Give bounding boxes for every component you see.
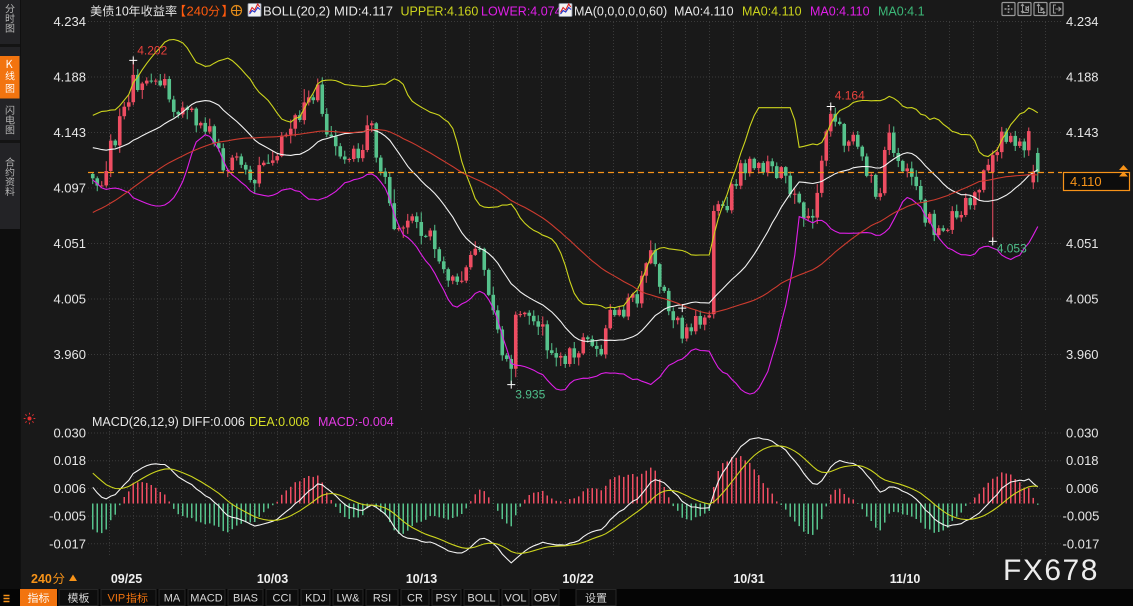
- svg-text:LOWER:4.074: LOWER:4.074: [481, 5, 562, 19]
- svg-text:0.006: 0.006: [53, 481, 86, 496]
- svg-text:3.960: 3.960: [53, 347, 86, 362]
- svg-text:4.188: 4.188: [1066, 70, 1099, 85]
- svg-text:CR: CR: [407, 593, 423, 605]
- svg-text:4.110: 4.110: [1070, 174, 1102, 189]
- svg-text:BOLL: BOLL: [467, 593, 495, 605]
- svg-text:4.051: 4.051: [53, 236, 86, 251]
- svg-text:3.935: 3.935: [515, 388, 545, 402]
- svg-text:4.005: 4.005: [53, 292, 86, 307]
- svg-text:10/22: 10/22: [562, 572, 593, 586]
- svg-text:MA(0,0,0,0,0,60): MA(0,0,0,0,0,60): [574, 5, 667, 19]
- svg-text:4.143: 4.143: [1066, 125, 1099, 140]
- svg-text:MACD:-0.004: MACD:-0.004: [318, 415, 394, 429]
- svg-text:0.018: 0.018: [1066, 453, 1099, 468]
- svg-text:4.143: 4.143: [53, 125, 86, 140]
- svg-text:10/31: 10/31: [733, 572, 764, 586]
- svg-text:BOLL(20,2): BOLL(20,2): [263, 4, 330, 19]
- svg-text:FX678: FX678: [1003, 554, 1099, 587]
- svg-text:0.018: 0.018: [53, 453, 86, 468]
- svg-text:4.097: 4.097: [53, 181, 86, 196]
- svg-text:CCI: CCI: [273, 593, 292, 605]
- svg-text:MACD: MACD: [190, 593, 222, 605]
- svg-text:0.006: 0.006: [1066, 481, 1099, 496]
- svg-text:MID:4.117: MID:4.117: [334, 4, 393, 19]
- svg-text:UPPER:4.160: UPPER:4.160: [401, 5, 479, 19]
- svg-text:240: 240: [187, 4, 209, 19]
- svg-text:4.188: 4.188: [53, 70, 86, 85]
- svg-text:LW&: LW&: [336, 593, 360, 605]
- svg-text:4.202: 4.202: [137, 43, 167, 57]
- svg-text:VIP: VIP: [108, 593, 126, 605]
- svg-text:4.005: 4.005: [1066, 292, 1099, 307]
- svg-text:10/13: 10/13: [406, 572, 437, 586]
- svg-text:RSI: RSI: [373, 593, 391, 605]
- svg-text:10: 10: [115, 5, 129, 19]
- svg-text:4.053: 4.053: [997, 241, 1027, 255]
- svg-text:PSY: PSY: [435, 593, 458, 605]
- svg-text:DEA:0.008: DEA:0.008: [249, 415, 310, 429]
- svg-text:4.051: 4.051: [1066, 236, 1099, 251]
- svg-text:MA0:4.110: MA0:4.110: [742, 5, 802, 19]
- svg-text:-0.005: -0.005: [49, 509, 86, 524]
- svg-text:OBV: OBV: [534, 593, 558, 605]
- svg-text:MACD(26,12,9) DIFF:0.006: MACD(26,12,9) DIFF:0.006: [92, 415, 245, 429]
- svg-text:3.960: 3.960: [1066, 347, 1099, 362]
- svg-text:MA: MA: [164, 593, 181, 605]
- svg-text:11/10: 11/10: [890, 572, 921, 586]
- svg-text:4.234: 4.234: [1066, 14, 1099, 29]
- svg-text:09/25: 09/25: [111, 572, 142, 586]
- svg-text:MA0:4.110: MA0:4.110: [810, 5, 870, 19]
- svg-text:KDJ: KDJ: [305, 593, 326, 605]
- svg-text:MA0:4.1: MA0:4.1: [878, 5, 925, 19]
- svg-text:10/03: 10/03: [257, 572, 288, 586]
- svg-text:VOL: VOL: [504, 593, 526, 605]
- svg-text:-0.005: -0.005: [1063, 509, 1100, 524]
- svg-text:240: 240: [31, 572, 52, 586]
- svg-text:-0.017: -0.017: [1063, 536, 1100, 551]
- svg-text:0.030: 0.030: [1066, 426, 1099, 441]
- svg-text:BIAS: BIAS: [233, 593, 258, 605]
- svg-text:4.164: 4.164: [835, 89, 865, 103]
- svg-text:0.030: 0.030: [53, 426, 86, 441]
- svg-text:MA0:4.110: MA0:4.110: [674, 5, 734, 19]
- svg-text:-0.017: -0.017: [49, 536, 86, 551]
- svg-text:4.234: 4.234: [53, 14, 86, 29]
